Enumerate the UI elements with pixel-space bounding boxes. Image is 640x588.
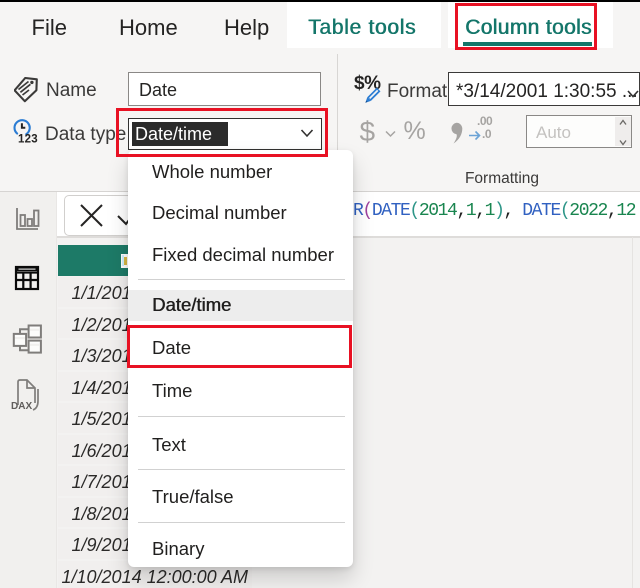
svg-text:123: 123 [18, 134, 38, 146]
svg-text:DAX: DAX [11, 401, 32, 412]
